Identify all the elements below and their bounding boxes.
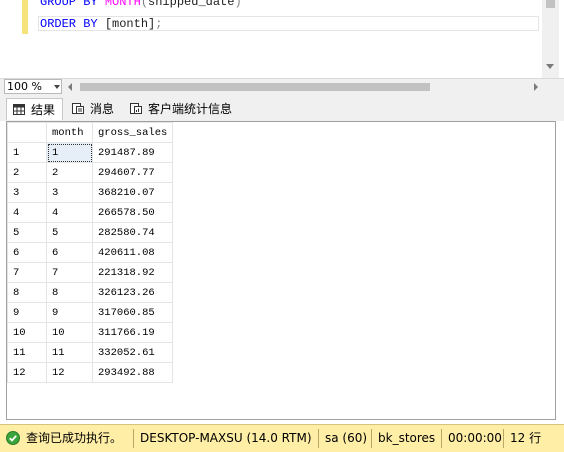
code-line[interactable]: GROUP BY MONTH(shipped_date) xyxy=(40,0,242,10)
column-header-month[interactable]: month xyxy=(46,122,93,143)
table-row[interactable]: 3 3 368210.07 xyxy=(7,182,173,203)
gross-sales-cell[interactable]: 282580.74 xyxy=(92,222,173,243)
change-tracking-bar xyxy=(22,0,28,34)
paren: ( xyxy=(140,0,149,9)
gross-sales-cell[interactable]: 420611.08 xyxy=(92,242,173,263)
keyword: ORDER BY xyxy=(40,17,98,31)
status-divider xyxy=(318,429,319,448)
month-cell[interactable]: 1 xyxy=(46,142,93,163)
keyword: GROUP BY xyxy=(40,0,98,9)
row-number-header[interactable] xyxy=(7,122,47,143)
tab-label: 客户端统计信息 xyxy=(148,102,233,116)
messages-icon xyxy=(72,103,84,114)
table-row[interactable]: 7 7 221318.92 xyxy=(7,262,173,283)
table-row[interactable]: 8 8 326123.26 xyxy=(7,282,173,303)
status-server: DESKTOP-MAXSU (14.0 RTM) xyxy=(140,431,312,445)
row-number-cell[interactable]: 1 xyxy=(7,142,47,163)
status-database: bk_stores xyxy=(378,431,436,445)
gross-sales-cell[interactable]: 293492.88 xyxy=(92,362,173,383)
status-message: 查询已成功执行。 xyxy=(26,431,123,445)
row-number-cell[interactable]: 4 xyxy=(7,202,47,223)
zoom-value: 100 % xyxy=(7,80,42,93)
row-number-cell[interactable]: 9 xyxy=(7,302,47,323)
month-cell[interactable]: 7 xyxy=(46,262,93,283)
gross-sales-cell[interactable]: 291487.89 xyxy=(92,142,173,163)
gross-sales-cell[interactable]: 311766.19 xyxy=(92,322,173,343)
chevron-down-icon[interactable] xyxy=(54,85,60,89)
table-row[interactable]: 12 12 293492.88 xyxy=(7,362,173,383)
tab-messages[interactable]: 消息 xyxy=(66,98,120,120)
gross-sales-cell[interactable]: 266578.50 xyxy=(92,202,173,223)
results-tab-bar: 结果 消息 客户端统计信息 xyxy=(0,95,564,121)
table-row[interactable]: 5 5 282580.74 xyxy=(7,222,173,243)
row-number-cell[interactable]: 2 xyxy=(7,162,47,183)
scroll-right-arrow-icon[interactable] xyxy=(534,83,538,91)
month-cell[interactable]: 10 xyxy=(46,322,93,343)
month-cell[interactable]: 4 xyxy=(46,202,93,223)
tab-results[interactable]: 结果 xyxy=(6,98,63,120)
editor-scroll-thumb[interactable] xyxy=(546,0,555,8)
scroll-left-arrow-icon[interactable] xyxy=(68,83,72,91)
status-row-count: 12 行 xyxy=(510,431,542,445)
month-cell[interactable]: 9 xyxy=(46,302,93,323)
header-row: month gross_sales xyxy=(7,122,173,143)
scroll-down-arrow-icon[interactable] xyxy=(546,64,554,69)
status-divider xyxy=(371,429,372,448)
identifier: [month] xyxy=(104,17,156,31)
month-cell[interactable]: 6 xyxy=(46,242,93,263)
status-user: sa (60) xyxy=(325,431,368,445)
row-number-cell[interactable]: 8 xyxy=(7,282,47,303)
status-divider xyxy=(133,429,134,448)
table-row[interactable]: 6 6 420611.08 xyxy=(7,242,173,263)
code-line[interactable]: ORDER BY [month]; xyxy=(40,16,162,32)
client-stats-icon xyxy=(130,103,142,114)
gross-sales-cell[interactable]: 368210.07 xyxy=(92,182,173,203)
row-number-cell[interactable]: 7 xyxy=(7,262,47,283)
gross-sales-cell[interactable]: 332052.61 xyxy=(92,342,173,363)
table-row[interactable]: 2 2 294607.77 xyxy=(7,162,173,183)
success-check-icon xyxy=(6,431,20,445)
status-bar: 查询已成功执行。 DESKTOP-MAXSU (14.0 RTM) sa (60… xyxy=(0,424,564,452)
tab-client-statistics[interactable]: 客户端统计信息 xyxy=(124,98,244,120)
month-cell[interactable]: 5 xyxy=(46,222,93,243)
month-cell[interactable]: 11 xyxy=(46,342,93,363)
status-divider xyxy=(441,429,442,448)
row-number-cell[interactable]: 3 xyxy=(7,182,47,203)
query-editor[interactable]: GROUP BY MONTH(shipped_date) ORDER BY [m… xyxy=(0,0,564,78)
table-row[interactable]: 9 9 317060.85 xyxy=(7,302,173,323)
gross-sales-cell[interactable]: 221318.92 xyxy=(92,262,173,283)
results-grid[interactable]: month gross_sales 1 1 291487.89 2 2 294607.77… xyxy=(6,121,556,420)
gross-sales-cell[interactable]: 317060.85 xyxy=(92,302,173,323)
function-name: MONTH xyxy=(104,0,141,9)
row-number-cell[interactable]: 12 xyxy=(7,362,47,383)
row-number-cell[interactable]: 10 xyxy=(7,322,47,343)
month-cell[interactable]: 12 xyxy=(46,362,93,383)
status-divider xyxy=(503,429,504,448)
tab-label: 消息 xyxy=(90,102,115,116)
table-row[interactable]: 10 10 311766.19 xyxy=(7,322,173,343)
gross-sales-cell[interactable]: 326123.26 xyxy=(92,282,173,303)
status-elapsed-time: 00:00:00 xyxy=(448,431,502,445)
row-number-cell[interactable]: 11 xyxy=(7,342,47,363)
row-number-cell[interactable]: 6 xyxy=(7,242,47,263)
horizontal-scroll-thumb[interactable] xyxy=(80,83,430,91)
month-cell[interactable]: 8 xyxy=(46,282,93,303)
paren: ) xyxy=(234,0,242,9)
gross-sales-cell[interactable]: 294607.77 xyxy=(92,162,173,183)
semicolon: ; xyxy=(155,17,163,31)
table-row[interactable]: 4 4 266578.50 xyxy=(7,202,173,223)
results-table: month gross_sales 1 1 291487.89 2 2 294607.77… xyxy=(7,122,173,383)
tab-label: 结果 xyxy=(31,103,56,117)
table-row[interactable]: 1 1 291487.89 xyxy=(7,142,173,163)
month-cell[interactable]: 2 xyxy=(46,162,93,183)
zoom-scroll-row: 100 % xyxy=(0,78,564,95)
identifier: shipped_date xyxy=(148,0,235,9)
table-row[interactable]: 11 11 332052.61 xyxy=(7,342,173,363)
grid-icon xyxy=(13,104,25,115)
month-cell[interactable]: 3 xyxy=(46,182,93,203)
row-number-cell[interactable]: 5 xyxy=(7,222,47,243)
editor-gutter xyxy=(0,0,22,78)
column-header-gross-sales[interactable]: gross_sales xyxy=(92,122,173,143)
